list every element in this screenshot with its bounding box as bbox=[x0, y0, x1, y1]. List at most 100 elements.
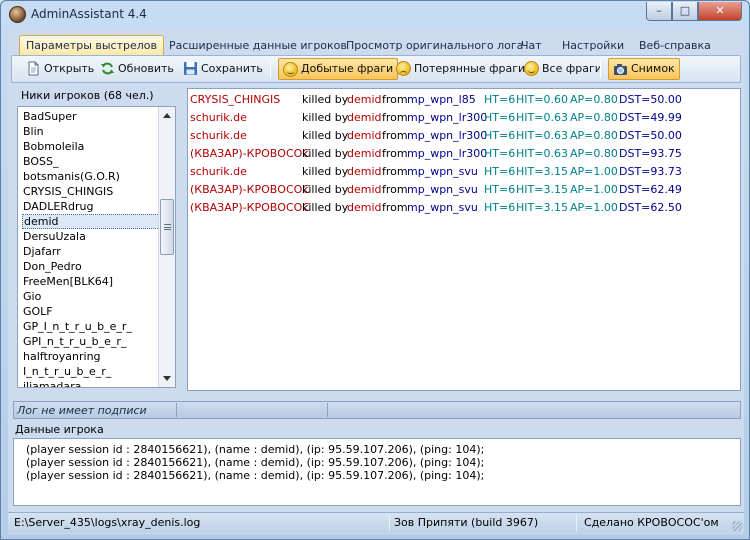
from-text: from bbox=[382, 165, 408, 178]
from-text: from bbox=[382, 201, 408, 214]
log-row[interactable]: schurik.de killed by demid from mp_wpn_svu HT… bbox=[190, 163, 730, 181]
tab-settings[interactable]: Настройки bbox=[556, 37, 630, 55]
player-item[interactable]: BOSS_ bbox=[22, 154, 160, 169]
killer-name: demid bbox=[347, 165, 382, 178]
log-row[interactable]: (КВАЗАР)-КРОВОСОС killed by demid from mp_wp… bbox=[190, 181, 730, 199]
title-bar[interactable]: AdminAssistant 4.4 – □ ✕ bbox=[1, 1, 749, 29]
snapshot-button[interactable]: Снимок bbox=[608, 58, 680, 80]
player-item[interactable]: I_n_t_r_u_b_e_r_ bbox=[22, 364, 160, 379]
document-icon bbox=[28, 61, 39, 76]
lost-frags-button[interactable]: Потерянные фраги bbox=[392, 58, 529, 80]
tab-web-help[interactable]: Веб-справка bbox=[633, 37, 717, 55]
victim-name: CRYSIS_CHINGIS bbox=[190, 93, 281, 106]
save-button[interactable]: Сохранить bbox=[179, 58, 267, 80]
victim-name: schurik.de bbox=[190, 165, 247, 178]
player-item[interactable]: GP_I_n_t_r_u_b_e_r_ bbox=[22, 319, 160, 334]
player-item-selected[interactable]: demid bbox=[22, 214, 160, 229]
players-scrollbar[interactable] bbox=[158, 107, 175, 387]
player-item[interactable]: Bobmoleila bbox=[22, 139, 160, 154]
scroll-down-arrow-icon[interactable] bbox=[163, 376, 171, 381]
victim-name: (КВАЗАР)-КРОВОСОС bbox=[190, 201, 310, 214]
hit-type: HT=6 bbox=[484, 201, 516, 214]
from-text: from bbox=[382, 111, 408, 124]
weapon-name: mp_wpn_lr300 bbox=[407, 129, 488, 142]
tab-extended-player-data[interactable]: Расширенные данные игроков bbox=[163, 37, 353, 55]
open-button[interactable]: Открыть bbox=[22, 58, 98, 80]
grip-icon bbox=[164, 224, 171, 230]
tab-original-log[interactable]: Просмотр оригинального лога bbox=[340, 37, 529, 55]
close-button[interactable]: ✕ bbox=[698, 2, 742, 21]
player-item[interactable]: GPI_n_t_r_u_b_e_r_ bbox=[22, 334, 160, 349]
killer-name: demid bbox=[347, 183, 382, 196]
tab-shot-params[interactable]: Параметры выстрелов bbox=[19, 35, 164, 56]
player-item[interactable]: iliamadara bbox=[22, 379, 160, 387]
armor-piercing: AP=1.00 bbox=[570, 183, 618, 196]
status-divider bbox=[389, 515, 390, 531]
status-bar: E:\Server_435\logs\xray_denis.log Зов Пр… bbox=[8, 512, 744, 533]
log-row[interactable]: CRYSIS_CHINGIS killed by demid from mp_wpn_l… bbox=[190, 91, 730, 109]
signature-status: Лог не имеет подписи bbox=[17, 404, 147, 417]
killed-by-text: killed by bbox=[302, 147, 349, 160]
log-path: E:\Server_435\logs\xray_denis.log bbox=[14, 516, 201, 529]
hit-power: HIT=0.60 bbox=[516, 93, 568, 106]
kill-log-panel[interactable]: CRYSIS_CHINGIS killed by demid from mp_wpn_l… bbox=[187, 88, 741, 391]
player-item[interactable]: Djafarr bbox=[22, 244, 160, 259]
distance: DST=93.75 bbox=[619, 147, 682, 160]
resize-grip-icon[interactable] bbox=[732, 521, 742, 531]
player-item[interactable]: Don_Pedro bbox=[22, 259, 160, 274]
killer-name: demid bbox=[347, 129, 382, 142]
player-item[interactable]: halftroyanring bbox=[22, 349, 160, 364]
window-title: AdminAssistant 4.4 bbox=[31, 7, 147, 21]
refresh-icon bbox=[101, 62, 114, 75]
client-area: Параметры выстрелов Расширенные данные и… bbox=[8, 30, 744, 534]
killed-by-text: killed by bbox=[302, 183, 349, 196]
scroll-thumb[interactable] bbox=[160, 199, 174, 255]
player-item[interactable]: BadSuper bbox=[22, 109, 160, 124]
player-data-box[interactable]: (player session id : 2840156621), (name … bbox=[13, 438, 741, 506]
tab-chat[interactable]: Чат bbox=[515, 37, 548, 55]
player-item[interactable]: DADLERdrug bbox=[22, 199, 160, 214]
killed-by-text: killed by bbox=[302, 111, 349, 124]
hit-power: HIT=3.15 bbox=[516, 183, 568, 196]
killer-name: demid bbox=[347, 111, 382, 124]
armor-piercing: AP=0.80 bbox=[570, 111, 618, 124]
player-item[interactable]: Blin bbox=[22, 124, 160, 139]
log-row[interactable]: (КВАЗАР)-КРОВОСОС killed by demid from mp_wp… bbox=[190, 145, 730, 163]
player-item[interactable]: Gio bbox=[22, 289, 160, 304]
players-panel: Ники игроков (68 чел.) BadSuper Blin Bobmo… bbox=[11, 86, 176, 390]
player-item[interactable]: DersuUzala bbox=[22, 229, 160, 244]
weapon-name: mp_wpn_lr300 bbox=[407, 111, 488, 124]
log-row[interactable]: (КВАЗАР)-КРОВОСОС killed by demid from mp_wp… bbox=[190, 199, 730, 217]
victim-name: (КВАЗАР)-КРОВОСОС bbox=[190, 183, 310, 196]
players-list[interactable]: BadSuper Blin Bobmoleila BOSS_ botsmanis(G.O… bbox=[17, 106, 176, 388]
server-version: Зов Припяти (build 3967) bbox=[394, 516, 539, 529]
distance: DST=50.00 bbox=[619, 129, 682, 142]
app-icon bbox=[9, 6, 26, 23]
floppy-disk-icon bbox=[184, 62, 197, 75]
killed-by-text: killed by bbox=[302, 93, 349, 106]
player-item[interactable]: CRYSIS_CHINGIS bbox=[22, 184, 160, 199]
maximize-button[interactable]: □ bbox=[672, 2, 698, 21]
player-item[interactable]: FreeMen[BLK64] bbox=[22, 274, 160, 289]
snapshot-label: Снимок bbox=[631, 62, 675, 75]
toolbar-separator bbox=[600, 60, 601, 78]
refresh-button[interactable]: Обновить bbox=[96, 58, 178, 80]
credit-text: Сделано КРОВОСОС'ом bbox=[584, 516, 719, 529]
player-item[interactable]: botsmanis(G.O.R) bbox=[22, 169, 160, 184]
player-data-label: Данные игрока bbox=[15, 423, 104, 436]
log-row[interactable]: schurik.de killed by demid from mp_wpn_lr300… bbox=[190, 109, 730, 127]
minimize-button[interactable]: – bbox=[646, 2, 672, 21]
distance: DST=49.99 bbox=[619, 111, 682, 124]
camera-icon bbox=[614, 64, 627, 75]
weapon-name: mp_wpn_svu bbox=[407, 165, 478, 178]
killer-name: demid bbox=[347, 93, 382, 106]
gained-frags-button[interactable]: Добытые фраги bbox=[278, 58, 399, 80]
all-frags-button[interactable]: Все фраги bbox=[520, 58, 606, 80]
sad-smiley-icon bbox=[396, 61, 411, 76]
player-item[interactable]: GOLF bbox=[22, 304, 160, 319]
log-row[interactable]: schurik.de killed by demid from mp_wpn_lr300… bbox=[190, 127, 730, 145]
hit-type: HT=6 bbox=[484, 183, 516, 196]
scroll-up-arrow-icon[interactable] bbox=[163, 113, 171, 118]
app-window: AdminAssistant 4.4 – □ ✕ Параметры выстр… bbox=[0, 0, 750, 540]
distance: DST=62.49 bbox=[619, 183, 682, 196]
